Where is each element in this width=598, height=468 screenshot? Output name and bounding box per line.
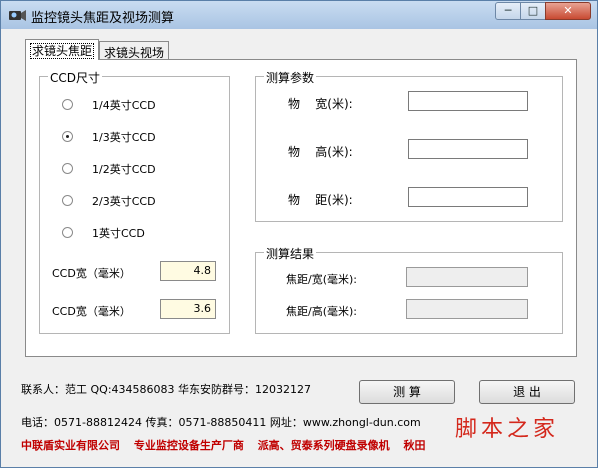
radio-label: 1/4英寸CCD	[92, 99, 156, 112]
window-title: 监控镜头焦距及视场测算	[31, 11, 175, 26]
results-legend: 测算结果	[264, 245, 317, 262]
footer-slogan: 专业监控设备生产厂商	[133, 439, 244, 452]
tab-focal-length[interactable]: 求镜头焦距	[25, 39, 99, 60]
results-group: 测算结果 焦距/宽(毫米): 焦距/高(毫米):	[255, 245, 563, 334]
radio-label: 1/2英寸CCD	[92, 163, 156, 176]
footer-marquee: 中联盾实业有限公司 专业监控设备生产厂商 派高、贸泰系列硬盘录像机 秋田	[21, 437, 436, 453]
camera-icon	[9, 10, 26, 21]
object-distance-label: 物 距(米):	[288, 193, 353, 207]
radio-button[interactable]	[62, 99, 73, 110]
focal-height-result	[406, 299, 528, 319]
ccd-size-legend: CCD尺寸	[48, 69, 102, 86]
radio-button[interactable]	[62, 163, 73, 174]
contact-line-2: 电话：0571-88812424 传真：0571-88850411 网址：www…	[21, 416, 421, 429]
minimize-button[interactable]: ─	[495, 2, 521, 20]
maximize-button[interactable]: □	[520, 2, 546, 20]
object-height-input[interactable]	[408, 139, 528, 159]
ccd-height-value: 3.6	[160, 299, 216, 319]
radio-label: 2/3英寸CCD	[92, 195, 156, 208]
footer-company: 中联盾实业有限公司	[21, 439, 120, 452]
object-height-label: 物 高(米):	[288, 145, 353, 159]
ccd-width-label: CCD宽（毫米）	[52, 267, 131, 280]
radio-button[interactable]	[62, 195, 73, 206]
focal-width-result	[406, 267, 528, 287]
footer-products: 派高、贸泰系列硬盘录像机	[257, 439, 390, 452]
contact-line-1: 联系人：范工 QQ:434586083 华东安防群号：12032127	[21, 383, 311, 396]
ccd-height-label: CCD宽（毫米）	[52, 305, 131, 318]
focal-width-label: 焦距/宽(毫米):	[286, 273, 357, 286]
site-watermark: 脚本之家	[455, 417, 560, 442]
focal-height-label: 焦距/高(毫米):	[286, 305, 357, 318]
tab-panel: CCD尺寸 1/4英寸CCD 1/3英寸CCD 1/2英寸CCD 2/3英寸CC…	[25, 59, 577, 357]
exit-button[interactable]: 退 出	[479, 380, 575, 404]
ccd-size-group: CCD尺寸 1/4英寸CCD 1/3英寸CCD 1/2英寸CCD 2/3英寸CC…	[39, 69, 230, 334]
footer-brand: 秋田	[403, 439, 426, 452]
tab-field-of-view[interactable]: 求镜头视场	[99, 41, 169, 60]
object-width-label: 物 宽(米):	[288, 97, 353, 111]
params-legend: 测算参数	[264, 69, 317, 86]
title-bar[interactable]: 监控镜头焦距及视场测算 ─ □ ✕	[1, 1, 597, 29]
object-distance-input[interactable]	[408, 187, 528, 207]
app-window: 监控镜头焦距及视场测算 ─ □ ✕ 求镜头焦距 求镜头视场 CCD尺寸 1/4英…	[0, 0, 598, 468]
ccd-width-value: 4.8	[160, 261, 216, 281]
radio-label: 1英寸CCD	[92, 227, 145, 240]
params-group: 测算参数 物 宽(米): 物 高(米): 物 距(米):	[255, 69, 563, 222]
calculate-button[interactable]: 测 算	[359, 380, 455, 404]
radio-button[interactable]	[62, 227, 73, 238]
radio-label: 1/3英寸CCD	[92, 131, 156, 144]
close-button[interactable]: ✕	[545, 2, 591, 20]
radio-button-checked[interactable]	[62, 131, 73, 142]
object-width-input[interactable]	[408, 91, 528, 111]
